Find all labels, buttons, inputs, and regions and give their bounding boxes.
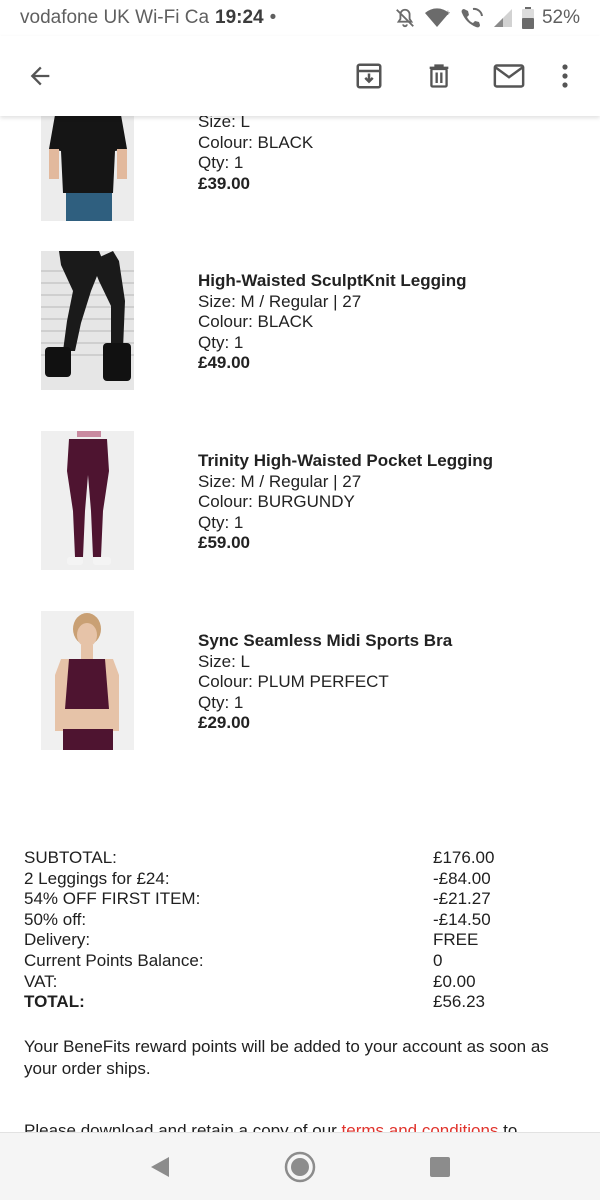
wifi-icon: + (424, 7, 450, 29)
signal-icon (492, 7, 514, 29)
totals-value: -£21.27 (433, 889, 491, 909)
item-qty: Qty: 1 (198, 692, 244, 712)
totals-label: 54% OFF FIRST ITEM: (24, 889, 201, 909)
item-name[interactable]: High-Waisted SculptKnit Legging (198, 271, 467, 292)
status-bar: vodafone UK Wi-Fi Ca 19:24 • + 52% (0, 0, 600, 36)
item-qty: Qty: 1 (198, 153, 244, 173)
legging-black-model-image (41, 251, 134, 390)
more-vert-icon (562, 64, 568, 88)
item-size: Size: L (198, 651, 250, 671)
order-item: Size: L Colour: BLACK Qty: 1 £39.00 (0, 116, 600, 221)
legging-burgundy-model-image (41, 431, 134, 570)
grand-total-row: TOTAL: £56.23 (24, 992, 584, 1013)
item-details: Trinity High-Waisted Pocket Legging Size… (198, 451, 493, 554)
system-nav-bar (0, 1132, 600, 1200)
terms-note-prefix: Please download and retain a copy of our (24, 1121, 342, 1132)
status-right: + 52% (394, 7, 580, 29)
item-details: Size: L Colour: BLACK Qty: 1 £39.00 (198, 116, 313, 194)
totals-value: -£14.50 (433, 909, 491, 929)
item-name[interactable]: Sync Seamless Midi Sports Bra (198, 631, 452, 652)
item-colour: Colour: BLACK (198, 132, 314, 152)
dnd-off-icon (394, 7, 416, 29)
mail-icon (493, 64, 525, 88)
sports-bra-model-image (41, 611, 134, 750)
mark-unread-button[interactable] (474, 52, 544, 100)
status-left: vodafone UK Wi-Fi Ca 19:24 • (20, 7, 276, 29)
product-image[interactable] (41, 116, 134, 221)
product-image[interactable] (41, 251, 134, 390)
total-value: £56.23 (433, 992, 485, 1012)
item-qty: Qty: 1 (198, 332, 244, 352)
totals-label: Delivery: (24, 930, 91, 950)
item-size: Size: L (198, 116, 250, 131)
archive-button[interactable] (334, 52, 404, 100)
item-price: £29.00 (198, 713, 250, 733)
order-item: Trinity High-Waisted Pocket Legging Size… (0, 431, 600, 571)
order-item: High-Waisted SculptKnit Legging Size: M … (0, 251, 600, 391)
terms-note-suffix: to (498, 1121, 518, 1132)
arrow-back-icon (30, 66, 50, 86)
terms-note: Please download and retain a copy of our… (24, 1120, 600, 1132)
totals-row: 2 Leggings for £24: -£84.00 (24, 869, 584, 890)
totals-row: VAT: £0.00 (24, 972, 584, 993)
item-qty: Qty: 1 (198, 512, 244, 532)
totals-label: 2 Leggings for £24: (24, 868, 170, 888)
clock: 19:24 (215, 7, 264, 28)
terms-link[interactable]: terms and conditions (342, 1121, 499, 1132)
nav-recents-icon (430, 1156, 450, 1177)
item-size: Size: M / Regular | 27 (198, 471, 362, 491)
archive-icon (356, 63, 382, 89)
nav-home-icon (284, 1151, 316, 1182)
totals-row: Delivery: FREE (24, 930, 584, 951)
totals-label: Current Points Balance: (24, 950, 204, 970)
wifi-calling-icon (458, 7, 484, 29)
totals-row: SUBTOTAL: £176.00 (24, 848, 584, 869)
more-options-button[interactable] (550, 52, 580, 100)
nav-home-button[interactable] (270, 1142, 330, 1192)
email-body: Size: L Colour: BLACK Qty: 1 £39.00 High… (0, 116, 600, 1132)
totals-value: £0.00 (433, 971, 476, 991)
nav-back-button[interactable] (130, 1142, 190, 1192)
totals-value: 0 (433, 950, 443, 970)
totals-row: Current Points Balance: 0 (24, 951, 584, 972)
item-colour: Colour: BLACK (198, 312, 314, 332)
item-price: £39.00 (198, 173, 250, 193)
nav-back-icon (151, 1156, 169, 1177)
carrier-label: vodafone UK Wi-Fi Ca (20, 7, 210, 28)
item-price: £49.00 (198, 353, 250, 373)
item-price: £59.00 (198, 533, 250, 553)
totals-row: 50% off: -£14.50 (24, 910, 584, 931)
item-details: Sync Seamless Midi Sports Bra Size: L Co… (198, 631, 452, 734)
battery-icon (521, 7, 534, 29)
delete-icon (429, 64, 449, 88)
battery-percent: 52% (541, 7, 580, 28)
totals-row: 54% OFF FIRST ITEM: -£21.27 (24, 889, 584, 910)
item-details: High-Waisted SculptKnit Legging Size: M … (198, 271, 467, 374)
totals-value: FREE (433, 930, 479, 950)
product-image[interactable] (41, 431, 134, 570)
tshirt-model-image (41, 116, 134, 221)
nav-recents-button[interactable] (410, 1142, 470, 1192)
order-totals: SUBTOTAL: £176.00 2 Leggings for £24: -£84… (24, 848, 584, 1013)
totals-value: -£84.00 (433, 868, 491, 888)
toolbar-actions (334, 52, 580, 100)
back-button[interactable] (20, 56, 60, 96)
svg-text:+: + (445, 9, 450, 17)
totals-value: £176.00 (433, 848, 495, 867)
totals-label: 50% off: (24, 909, 87, 929)
email-toolbar (0, 36, 600, 116)
item-name[interactable]: Trinity High-Waisted Pocket Legging (198, 451, 493, 472)
status-dot: • (269, 7, 277, 28)
product-image[interactable] (41, 611, 134, 750)
item-colour: Colour: PLUM PERFECT (198, 672, 389, 692)
item-colour: Colour: BURGUNDY (198, 492, 355, 512)
totals-label: VAT: (24, 971, 58, 991)
item-size: Size: M / Regular | 27 (198, 291, 362, 311)
order-item: Sync Seamless Midi Sports Bra Size: L Co… (0, 611, 600, 751)
delete-button[interactable] (404, 52, 474, 100)
total-label: TOTAL: (24, 992, 85, 1012)
totals-label: SUBTOTAL: (24, 848, 117, 867)
reward-points-note: Your BeneFits reward points will be adde… (24, 1037, 549, 1078)
